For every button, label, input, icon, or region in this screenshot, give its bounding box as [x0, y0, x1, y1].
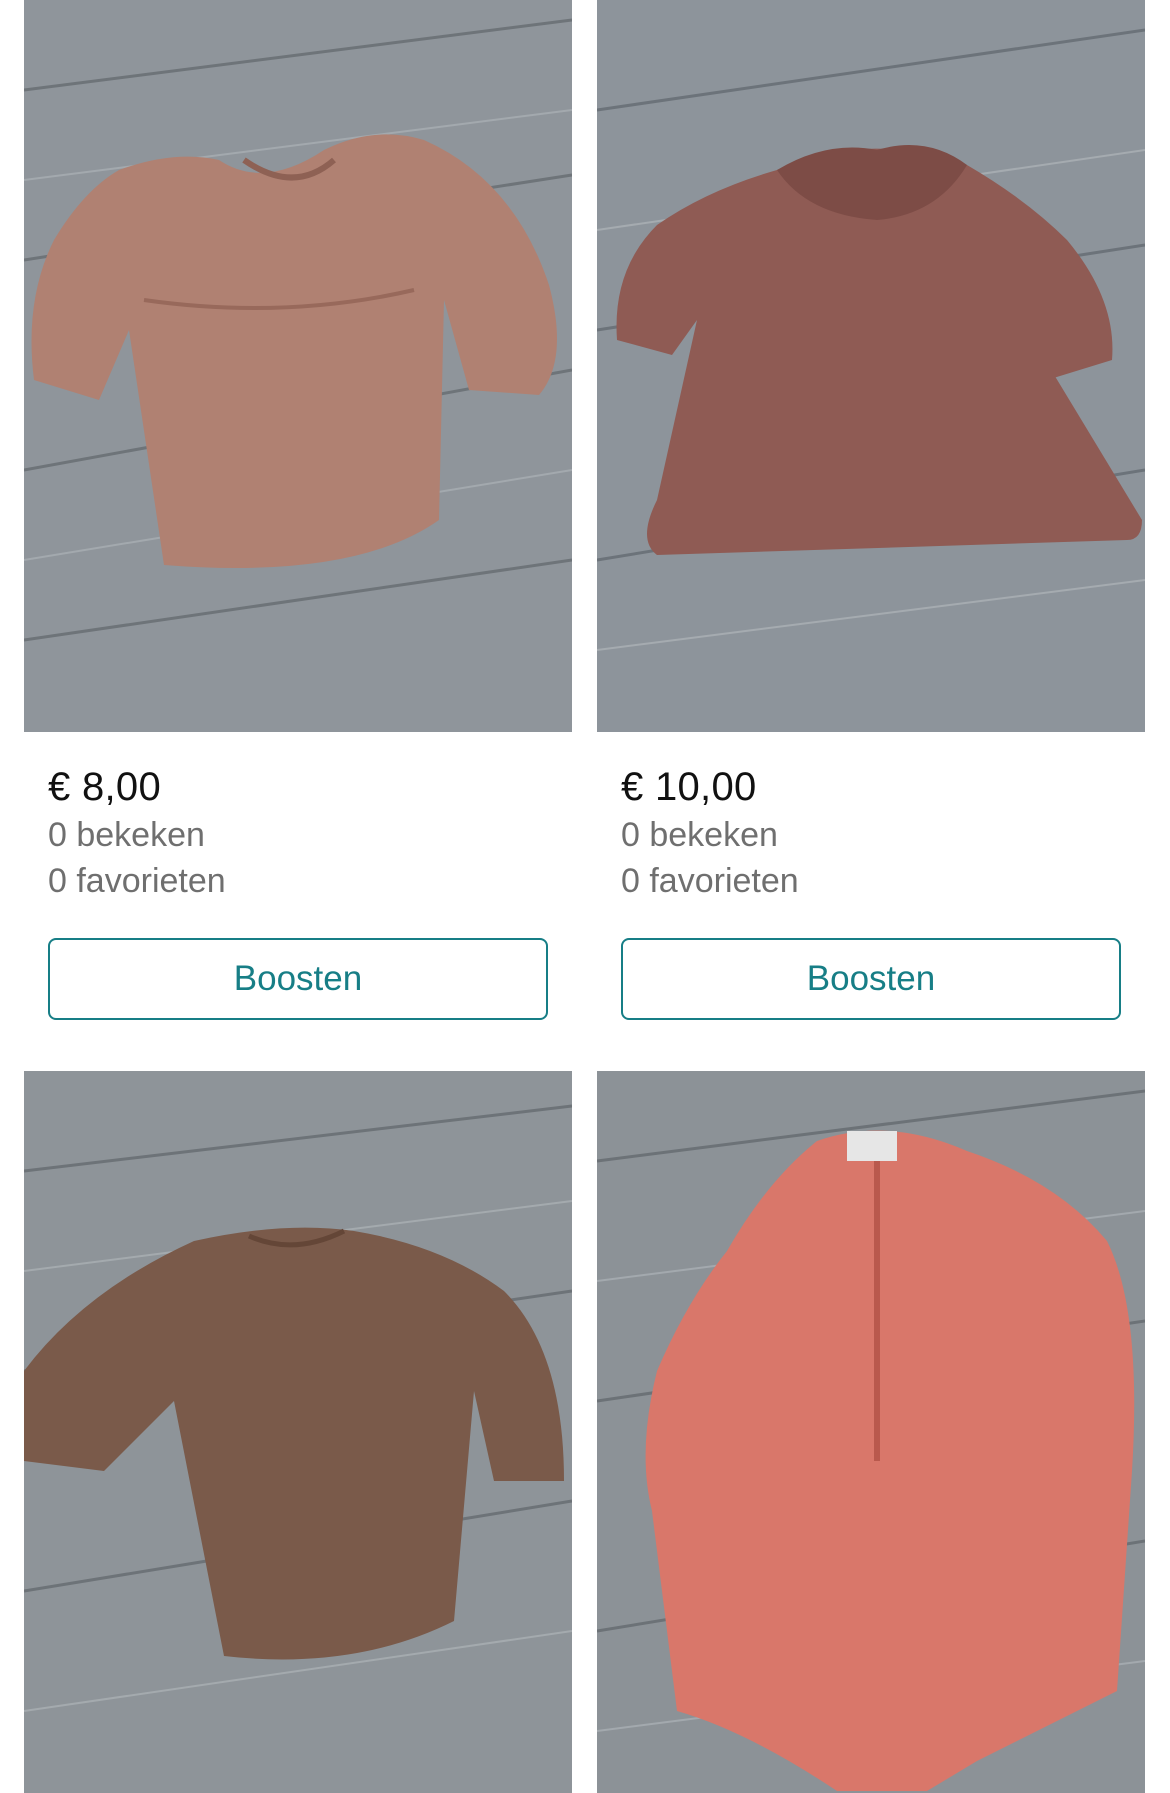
garment-photo-ruffle-collar-blouse	[597, 0, 1145, 732]
listing-photo[interactable]	[24, 0, 572, 732]
listing-card[interactable]	[24, 1071, 572, 1793]
favorites-count: 0 favorieten	[621, 862, 799, 900]
garment-photo-coral-swimsuit	[597, 1071, 1145, 1793]
price: € 8,00	[48, 765, 162, 809]
listing-card[interactable]	[597, 1071, 1145, 1793]
price: € 10,00	[621, 765, 757, 809]
listing-photo[interactable]	[597, 0, 1145, 732]
listing-card[interactable]: € 10,00 0 bekeken 0 favorieten Boosten	[597, 0, 1145, 1020]
views-count: 0 bekeken	[621, 816, 778, 854]
boost-button[interactable]: Boosten	[48, 938, 548, 1020]
garment-photo-brown-ruffle-top	[24, 0, 572, 732]
garment-photo-brown-sweater	[24, 1071, 572, 1793]
views-count: 0 bekeken	[48, 816, 205, 854]
boost-button[interactable]: Boosten	[621, 938, 1121, 1020]
listing-photo[interactable]	[24, 1071, 572, 1793]
listing-card[interactable]: € 8,00 0 bekeken 0 favorieten Boosten	[24, 0, 572, 1020]
listing-photo[interactable]	[597, 1071, 1145, 1793]
favorites-count: 0 favorieten	[48, 862, 226, 900]
